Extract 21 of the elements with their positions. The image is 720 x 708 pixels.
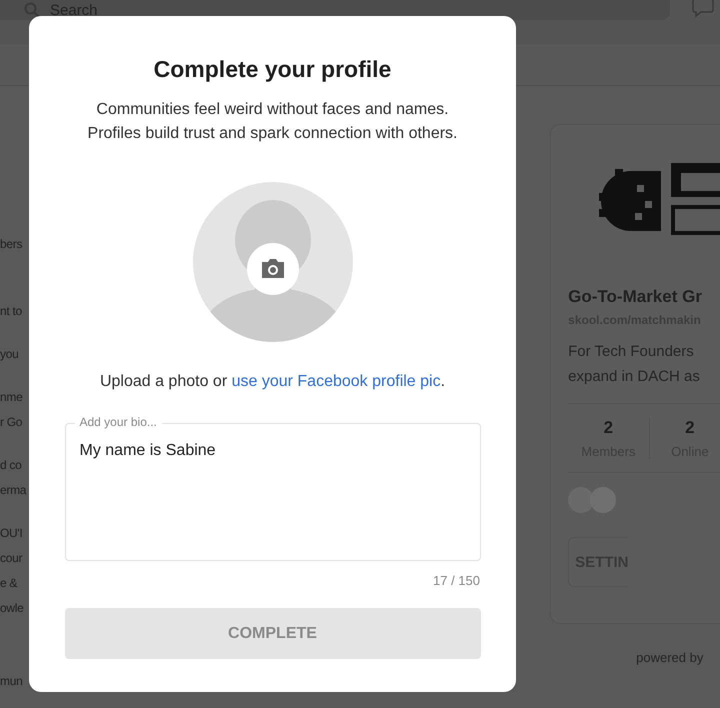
camera-icon [246, 243, 298, 295]
search-icon [24, 2, 40, 18]
post-text: you [0, 346, 18, 363]
chat-icon[interactable] [692, 0, 714, 18]
post-text: cour [0, 550, 22, 567]
post-text: nme [0, 389, 22, 406]
dialog-subtitle: Communities feel weird without faces and names. Profiles build trust and spark connection with others. [88, 100, 458, 144]
post-text: OU'I [0, 525, 22, 542]
facebook-link[interactable]: use your Facebook profile pic [232, 373, 441, 390]
bio-label: Add your bio... [74, 415, 162, 429]
post-text: e & [0, 575, 18, 592]
stat-value: 2 [685, 418, 695, 438]
group-name: Go-To-Market Gr [568, 287, 703, 307]
dialog-title: Complete your profile [154, 56, 392, 83]
stat-value: 2 [604, 418, 614, 438]
upload-prompt: Upload a photo or use your Facebook profile pic. [100, 373, 446, 391]
post-text: mun [0, 673, 22, 690]
post-text: bers [0, 236, 22, 253]
character-counter: 17 / 150 [433, 573, 480, 588]
post-text: owle [0, 600, 24, 617]
post-text: erma [0, 482, 26, 499]
